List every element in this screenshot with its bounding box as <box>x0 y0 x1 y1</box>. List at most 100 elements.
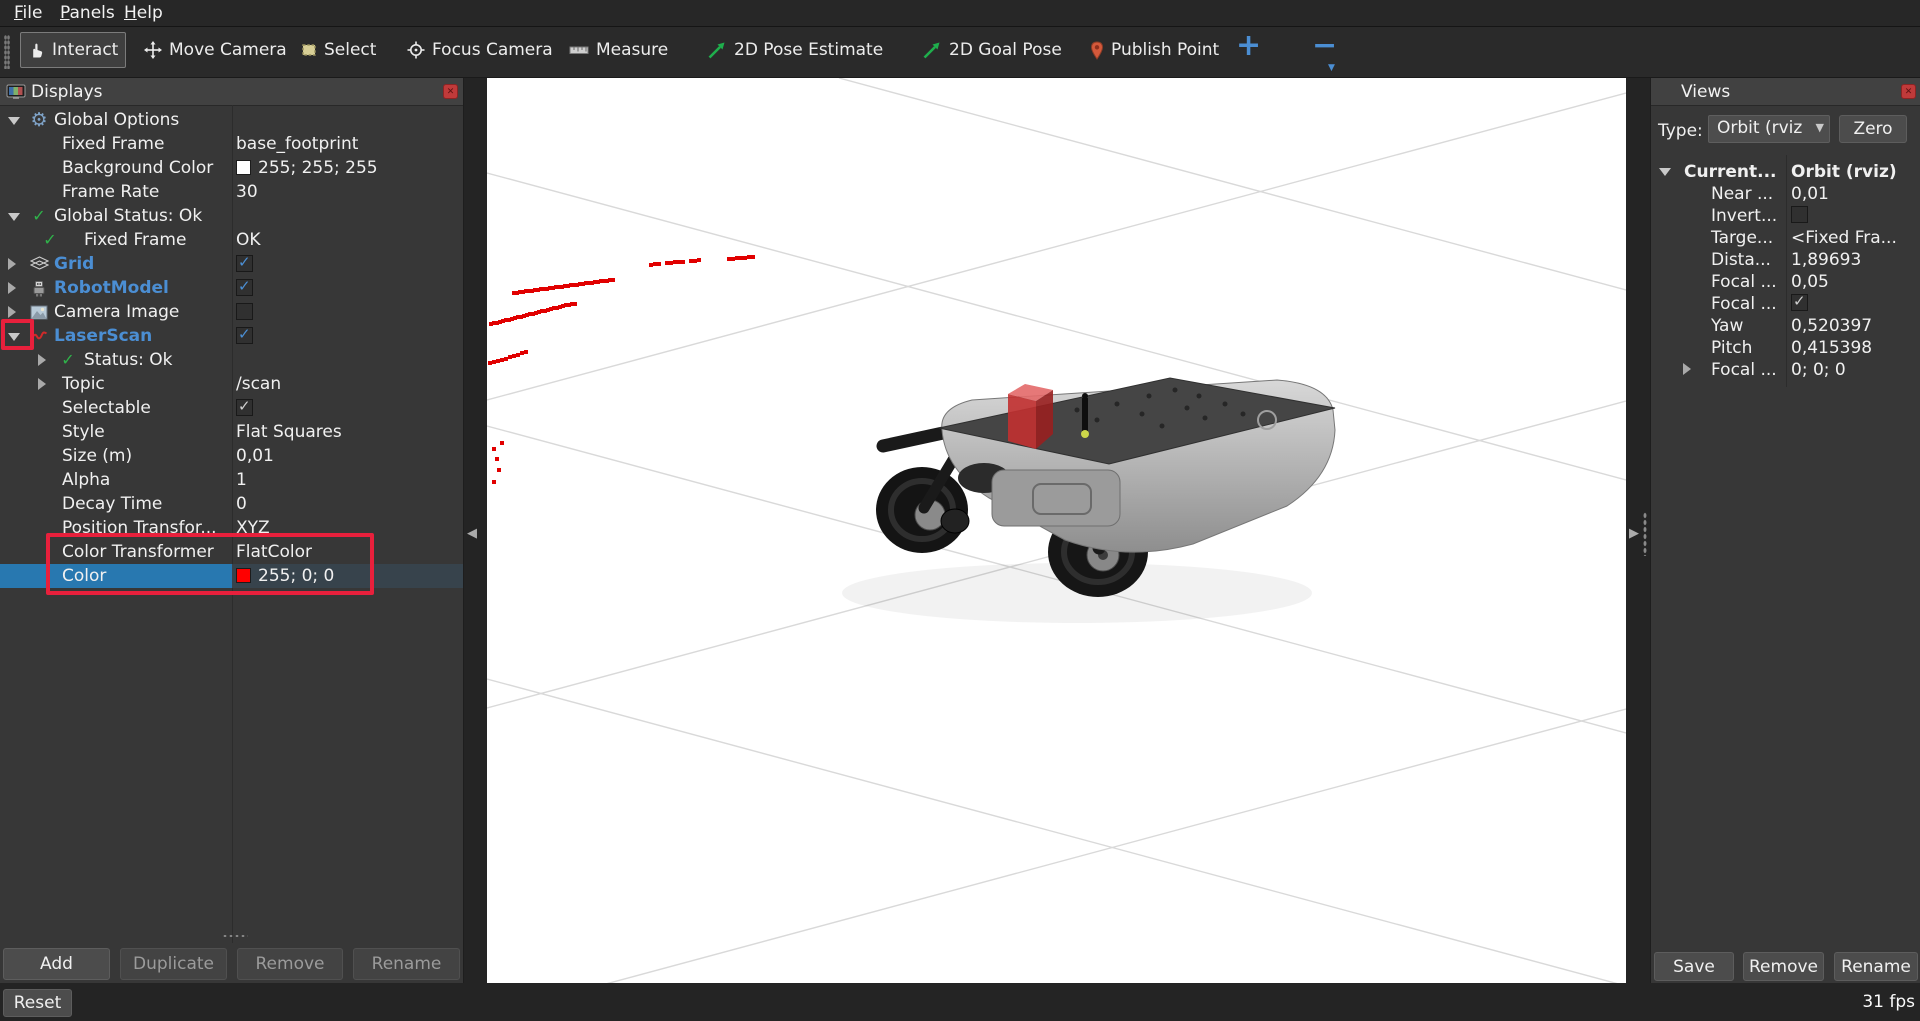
displays-panel-header[interactable]: Displays ✕ <box>0 78 463 106</box>
view-type-dropdown[interactable]: Orbit (rviz ▼ <box>1708 115 1830 143</box>
display-row-color-transformer[interactable]: Color TransformerFlatColor <box>0 540 463 564</box>
view-row-near-1[interactable]: Near ...0,01 <box>1651 182 1920 204</box>
menu-file[interactable]: File <box>14 3 42 23</box>
property-value[interactable]: 1,89693 <box>1791 249 1861 271</box>
view-row-yaw-7[interactable]: Yaw0,520397 <box>1651 314 1920 336</box>
display-row-global-options[interactable]: ⚙Global Options <box>0 108 463 132</box>
save-view-button[interactable]: Save <box>1654 952 1734 981</box>
right-panel-splitter[interactable]: ▶ <box>1626 78 1650 983</box>
display-row-fixed-frame[interactable]: ✓Fixed FrameOK <box>0 228 463 252</box>
display-row-fixed-frame[interactable]: Fixed Framebase_footprint <box>0 132 463 156</box>
display-row-style[interactable]: StyleFlat Squares <box>0 420 463 444</box>
display-row-selectable[interactable]: Selectable✓ <box>0 396 463 420</box>
display-row-topic[interactable]: Topic/scan <box>0 372 463 396</box>
views-panel-header[interactable]: Views ✕ <box>1651 78 1920 106</box>
display-row-laserscan[interactable]: LaserScan✓ <box>0 324 463 348</box>
remove-view-button[interactable]: Remove <box>1743 952 1824 981</box>
display-row-global-status-ok[interactable]: ✓Global Status: Ok <box>0 204 463 228</box>
displays-close-icon[interactable]: ✕ <box>443 84 458 99</box>
display-row-color[interactable]: Color255; 0; 0 <box>0 564 463 588</box>
3d-viewport[interactable] <box>487 78 1626 983</box>
checkbox-unchecked[interactable] <box>1791 206 1808 223</box>
expand-closed-icon[interactable] <box>8 258 16 270</box>
view-row-focal-6[interactable]: Focal ...✓ <box>1651 292 1920 314</box>
view-row-pitch-8[interactable]: Pitch0,415398 <box>1651 336 1920 358</box>
property-value[interactable]: Flat Squares <box>236 421 342 443</box>
property-value[interactable]: 0; 0; 0 <box>1791 359 1846 381</box>
checkbox-checked[interactable]: ✓ <box>236 399 253 416</box>
color-swatch[interactable] <box>236 568 251 583</box>
view-row-invert-2[interactable]: Invert... <box>1651 204 1920 226</box>
property-value[interactable]: 0,05 <box>1791 271 1829 293</box>
property-value[interactable]: base_footprint <box>236 133 358 155</box>
display-row-size-m[interactable]: Size (m)0,01 <box>0 444 463 468</box>
tool-2d-pose-estimate[interactable]: 2D Pose Estimate <box>700 32 890 68</box>
display-row-alpha[interactable]: Alpha1 <box>0 468 463 492</box>
display-row-decay-time[interactable]: Decay Time0 <box>0 492 463 516</box>
display-row-frame-rate[interactable]: Frame Rate30 <box>0 180 463 204</box>
views-close-icon[interactable]: ✕ <box>1901 84 1916 99</box>
property-value[interactable]: Orbit (rviz) <box>1791 161 1897 183</box>
expand-closed-icon[interactable] <box>38 354 46 366</box>
collapse-left-panel-icon[interactable]: ◀ <box>467 526 477 541</box>
property-value[interactable]: OK <box>236 229 261 251</box>
duplicate-display-button[interactable]: Duplicate <box>120 948 227 980</box>
expand-closed-icon[interactable] <box>38 378 46 390</box>
left-panel-splitter[interactable]: ◀ <box>464 78 488 983</box>
tool-interact[interactable]: Interact <box>20 32 126 68</box>
expand-open-icon[interactable] <box>1659 168 1671 176</box>
checkbox-checked[interactable]: ✓ <box>1791 294 1808 311</box>
tool-select[interactable]: Select <box>294 32 383 68</box>
expand-closed-icon[interactable] <box>8 282 16 294</box>
property-value[interactable]: 30 <box>236 181 258 203</box>
zero-button[interactable]: Zero <box>1839 115 1907 143</box>
view-row-current-0[interactable]: Current...Orbit (rviz) <box>1651 160 1920 182</box>
property-value[interactable]: 0,01 <box>1791 183 1829 205</box>
property-value[interactable]: 255; 0; 0 <box>258 565 334 587</box>
property-value[interactable]: FlatColor <box>236 541 312 563</box>
tool-move-camera[interactable]: Move Camera <box>137 32 294 68</box>
displays-resize-handle[interactable] <box>222 934 248 938</box>
display-row-background-color[interactable]: Background Color255; 255; 255 <box>0 156 463 180</box>
checkbox-checked[interactable]: ✓ <box>236 279 253 296</box>
checkbox-unchecked[interactable] <box>236 303 253 320</box>
tool-measure[interactable]: Measure <box>562 32 675 68</box>
expand-closed-icon[interactable] <box>8 306 16 318</box>
expand-open-icon[interactable] <box>8 333 20 341</box>
display-row-robotmodel[interactable]: RobotModel✓ <box>0 276 463 300</box>
view-row-targe-3[interactable]: Targe...<Fixed Fra... <box>1651 226 1920 248</box>
tool-2d-goal-pose[interactable]: 2D Goal Pose <box>915 32 1069 68</box>
color-swatch[interactable] <box>236 160 251 175</box>
property-value[interactable]: 0,01 <box>236 445 274 467</box>
view-row-dista-4[interactable]: Dista...1,89693 <box>1651 248 1920 270</box>
expand-closed-icon[interactable] <box>1683 363 1691 375</box>
toolbar-grip-handle[interactable] <box>4 35 10 69</box>
property-value[interactable]: 0 <box>236 493 247 515</box>
display-row-status-ok[interactable]: ✓Status: Ok <box>0 348 463 372</box>
property-value[interactable]: /scan <box>236 373 281 395</box>
tool-focus-camera[interactable]: Focus Camera <box>400 32 560 68</box>
reset-button[interactable]: Reset <box>3 989 72 1017</box>
property-value[interactable]: 1 <box>236 469 247 491</box>
checkbox-checked[interactable]: ✓ <box>236 255 253 272</box>
property-value[interactable]: <Fixed Fra... <box>1791 227 1897 249</box>
right-splitter-grip[interactable] <box>1643 512 1647 556</box>
tool-publish-point[interactable]: Publish Point <box>1083 32 1226 68</box>
menu-help[interactable]: Help <box>124 3 163 23</box>
property-value[interactable]: XYZ <box>236 517 270 539</box>
add-display-button[interactable]: Add <box>3 948 110 980</box>
property-value[interactable]: 255; 255; 255 <box>258 157 378 179</box>
display-row-camera-image[interactable]: Camera Image <box>0 300 463 324</box>
property-value[interactable]: 0,415398 <box>1791 337 1872 359</box>
checkbox-checked[interactable]: ✓ <box>236 327 253 344</box>
property-value[interactable]: 0,520397 <box>1791 315 1872 337</box>
rename-view-button[interactable]: Rename <box>1834 952 1918 981</box>
menu-panels[interactable]: Panels <box>60 3 115 23</box>
remove-tool-caret-icon[interactable]: ▼ <box>1328 63 1335 73</box>
expand-open-icon[interactable] <box>8 117 20 125</box>
remove-tool-button[interactable]: − <box>1312 28 1337 63</box>
remove-display-button[interactable]: Remove <box>237 948 343 980</box>
view-row-focal-5[interactable]: Focal ...0,05 <box>1651 270 1920 292</box>
collapse-right-panel-icon[interactable]: ▶ <box>1629 526 1639 541</box>
rename-display-button[interactable]: Rename <box>353 948 460 980</box>
